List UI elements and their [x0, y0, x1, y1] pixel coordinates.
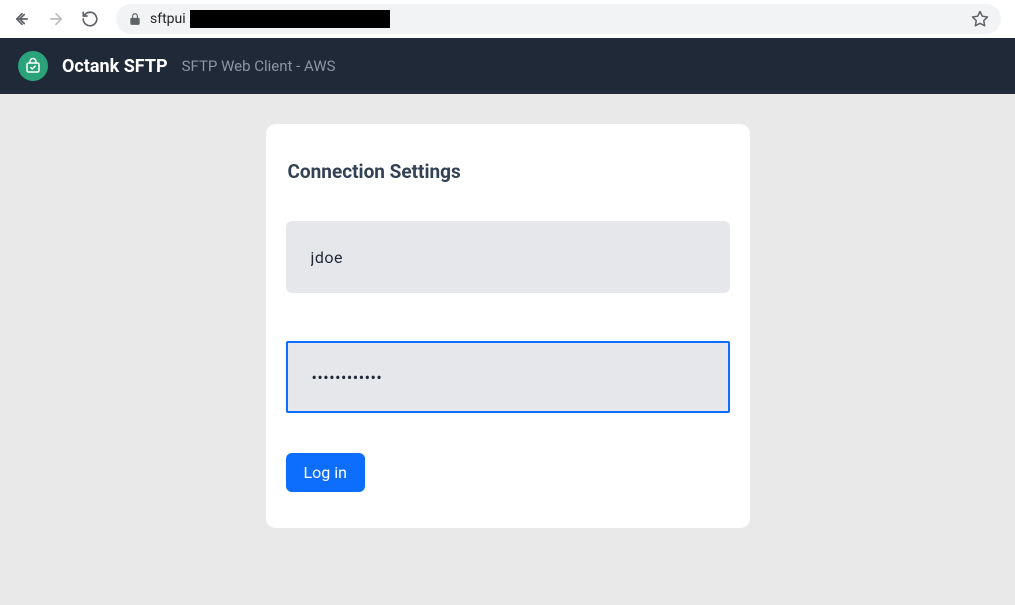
bookmark-star-icon[interactable]	[971, 10, 989, 28]
back-button[interactable]	[8, 5, 36, 33]
main-content: Connection Settings Log in	[0, 94, 1015, 528]
brand-subtitle: SFTP Web Client - AWS	[182, 57, 336, 75]
url-redacted	[190, 10, 390, 28]
browser-toolbar: sftpui	[0, 0, 1015, 38]
card-title: Connection Settings	[286, 160, 730, 183]
lock-icon	[128, 12, 142, 26]
address-bar[interactable]: sftpui	[116, 4, 1001, 34]
brand-name: Octank SFTP	[62, 56, 168, 77]
forward-button[interactable]	[42, 5, 70, 33]
password-field[interactable]	[286, 341, 730, 413]
login-button[interactable]: Log in	[286, 453, 365, 492]
login-card: Connection Settings Log in	[266, 124, 750, 528]
brand-logo-icon	[18, 51, 48, 81]
reload-button[interactable]	[76, 5, 104, 33]
app-header: Octank SFTP SFTP Web Client - AWS	[0, 38, 1015, 94]
username-field[interactable]	[286, 221, 730, 293]
url-text: sftpui	[150, 11, 186, 27]
